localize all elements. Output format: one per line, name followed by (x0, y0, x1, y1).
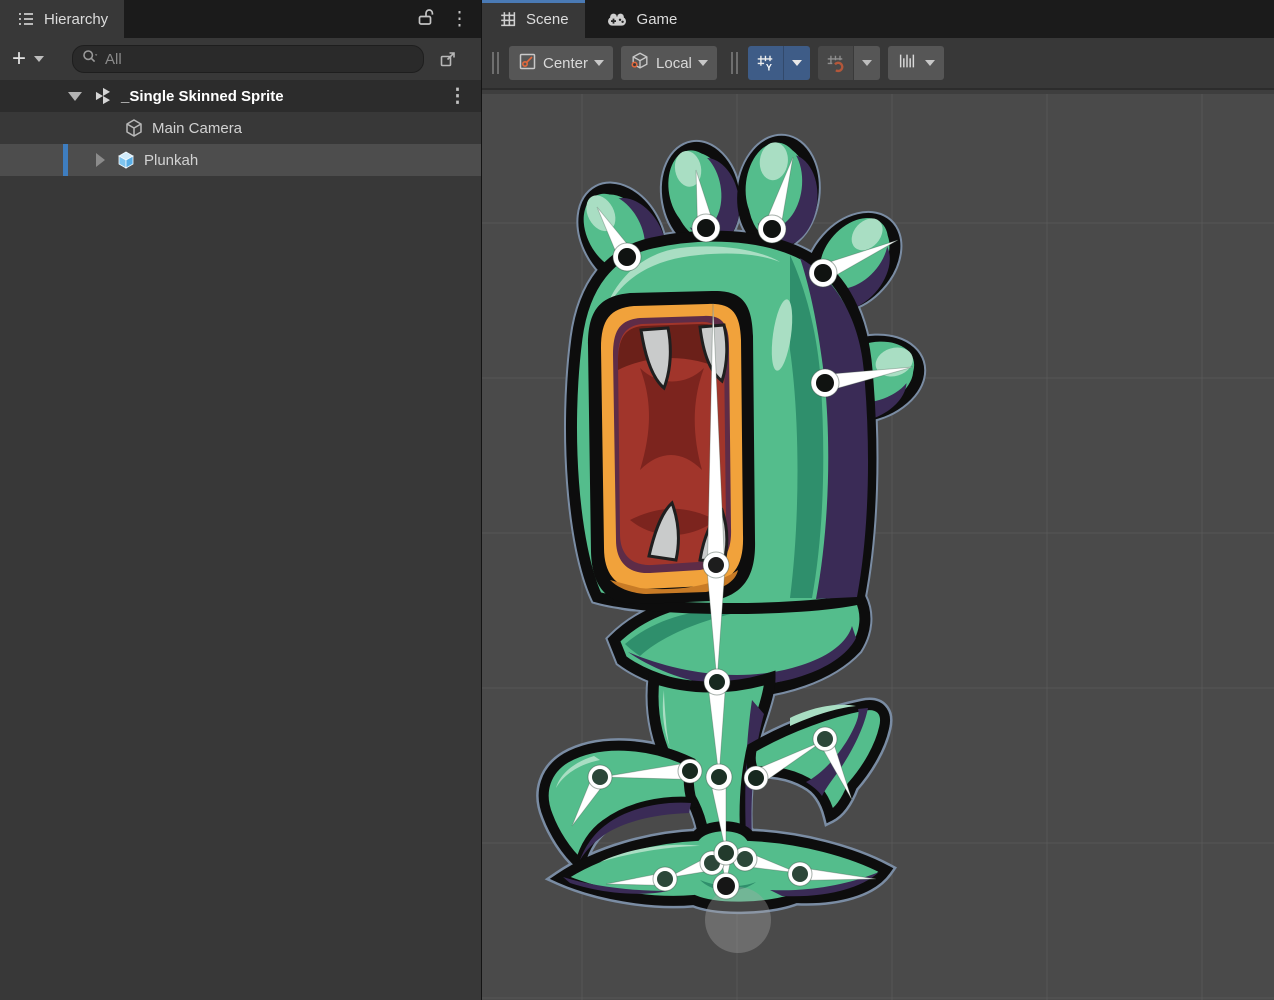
grid-visibility-toggle[interactable]: Y (748, 46, 783, 80)
toolbar-drag-handle[interactable] (731, 52, 738, 74)
hierarchy-toolbar: + (0, 38, 481, 80)
right-leaf (751, 705, 885, 816)
scene-panel: Scene Game (482, 0, 1274, 1000)
hierarchy-search[interactable] (72, 45, 424, 73)
hierarchy-row-main-camera[interactable]: Main Camera (0, 112, 481, 144)
hierarchy-list-icon (16, 9, 36, 29)
search-input[interactable] (103, 50, 363, 69)
tab-game[interactable]: Game (589, 0, 694, 38)
hierarchy-menu-icon[interactable]: ⋮ (450, 10, 469, 29)
pivot-mode-label: Center (543, 55, 588, 72)
grid-axis-letter: Y (766, 62, 772, 72)
scene-tabbar: Scene Game (482, 0, 1274, 38)
chevron-down-icon (594, 60, 604, 66)
hierarchy-row-scene[interactable]: _Single Skinned Sprite ⋮ (0, 80, 481, 112)
pivot-mode-button[interactable]: Center (509, 46, 613, 80)
foldout-expanded-icon[interactable] (68, 92, 82, 101)
open-search-window-icon[interactable] (438, 49, 458, 69)
scene-menu-icon[interactable]: ⋮ (448, 87, 467, 106)
pivot-icon (518, 52, 537, 75)
tab-scene[interactable]: Scene (482, 0, 585, 38)
hierarchy-tabbar-actions: ⋮ (416, 0, 481, 38)
unity-logo-icon (92, 85, 114, 107)
snap-increment-button[interactable] (888, 46, 944, 80)
create-dropdown-icon[interactable] (34, 56, 44, 62)
scene-grid-icon (498, 9, 518, 29)
hierarchy-panel: Hierarchy ⋮ + (0, 0, 481, 1000)
scene-name-label: _Single Skinned Sprite (121, 88, 284, 105)
cube-wireframe-icon (123, 117, 145, 139)
gamepad-icon (605, 9, 629, 29)
grid-options-dropdown[interactable] (783, 46, 810, 80)
snap-increment-icon (897, 51, 917, 75)
scene-toolbar: Center Local (482, 38, 1274, 90)
tab-hierarchy[interactable]: Hierarchy (0, 0, 124, 38)
local-cube-icon (630, 51, 650, 75)
scene-viewport[interactable] (482, 90, 1274, 1000)
foldout-collapsed-icon[interactable] (96, 153, 105, 167)
viewport-top-shade (482, 90, 1274, 94)
grid-snap-group (818, 46, 880, 80)
hierarchy-row-plunkah[interactable]: Plunkah (0, 144, 481, 176)
hierarchy-tabbar: Hierarchy ⋮ (0, 0, 481, 38)
mouth (588, 291, 755, 604)
object-name-label: Plunkah (144, 152, 198, 169)
grid-visibility-group: Y (748, 46, 810, 80)
chevron-down-icon (925, 60, 935, 66)
grid-snap-dropdown[interactable] (853, 46, 880, 80)
hierarchy-rows: _Single Skinned Sprite ⋮ Main Camera (0, 80, 481, 176)
search-icon (81, 48, 99, 71)
transform-handle-circle[interactable] (705, 887, 771, 953)
object-name-label: Main Camera (152, 120, 242, 137)
scene-tab-label: Scene (526, 11, 569, 28)
game-tab-label: Game (637, 11, 678, 28)
hierarchy-tab-label: Hierarchy (44, 11, 108, 28)
grid-snap-toggle[interactable] (818, 46, 853, 80)
chevron-down-icon (698, 60, 708, 66)
prefab-cube-icon (115, 149, 137, 171)
create-button[interactable]: + (10, 49, 28, 69)
toolbar-drag-handle[interactable] (492, 52, 499, 74)
orientation-mode-button[interactable]: Local (621, 46, 717, 80)
selection-indicator-bar (63, 144, 68, 176)
unity-editor: Hierarchy ⋮ + (0, 0, 1274, 1000)
scene-canvas[interactable] (482, 90, 1274, 1000)
unlock-icon[interactable] (416, 7, 436, 32)
orientation-mode-label: Local (656, 55, 692, 72)
